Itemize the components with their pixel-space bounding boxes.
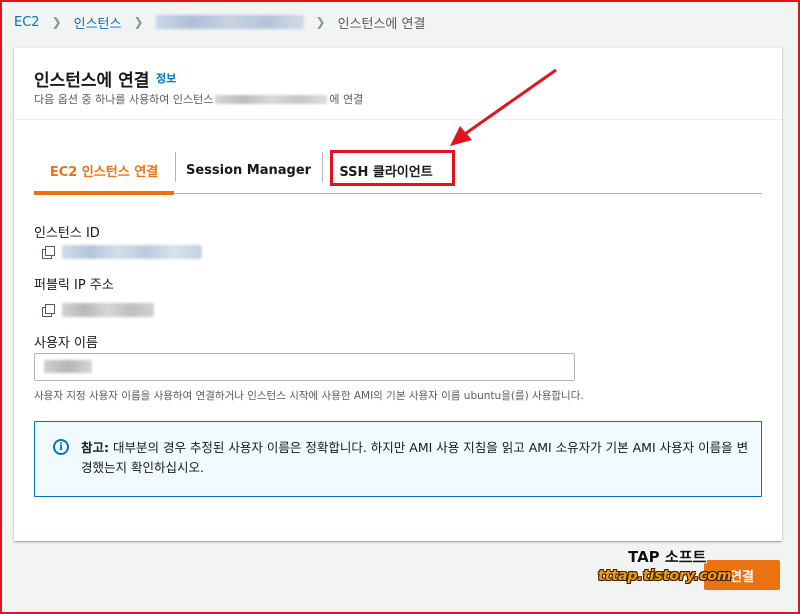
tab-divider	[322, 152, 323, 182]
watermark-title: TAP 소프트	[628, 548, 707, 566]
alert-prefix: 참고:	[81, 440, 109, 455]
connect-instance-panel: 인스턴스에 연결 정보 다음 옵션 중 하나를 사용하여 인스턴스 에 연결 E…	[14, 47, 782, 541]
page-title: 인스턴스에 연결	[34, 71, 150, 91]
instance-name-redacted	[215, 94, 328, 104]
panel-description-suffix: 에 연결	[329, 93, 364, 106]
info-alert: i 참고: 대부분의 경우 추정된 사용자 이름은 정확합니다. 하지만 AMI…	[34, 421, 762, 497]
chevron-right-icon: ❯	[133, 15, 144, 29]
alert-body: 대부분의 경우 추정된 사용자 이름은 정확합니다. 하지만 AMI 사용 지침…	[81, 440, 749, 475]
username-value-redacted	[44, 360, 92, 373]
chevron-right-icon: ❯	[315, 15, 326, 29]
breadcrumb-instances[interactable]: 인스턴스	[74, 13, 122, 32]
username-label: 사용자 이름	[34, 336, 98, 351]
copy-icon[interactable]	[42, 304, 56, 318]
breadcrumb-instance-id-redacted[interactable]	[155, 15, 304, 29]
panel-description-text: 다음 옵션 중 하나를 사용하여 인스턴스	[34, 93, 214, 106]
tab-session-manager[interactable]: Session Manager	[176, 148, 321, 192]
connect-button[interactable]: 연결	[704, 560, 780, 590]
cancel-button[interactable]: 취소	[664, 568, 686, 585]
public-ip-value-redacted	[62, 303, 154, 317]
breadcrumb-current: 인스턴스에 연결	[337, 16, 426, 32]
instance-id-value-redacted	[62, 245, 202, 259]
breadcrumb-ec2[interactable]: EC2	[14, 15, 40, 30]
info-circle-icon: i	[53, 439, 69, 455]
panel-description: 다음 옵션 중 하나를 사용하여 인스턴스 에 연결	[34, 91, 363, 107]
tab-ssh-client[interactable]: SSH 클라이언트	[330, 148, 442, 192]
panel-header: 인스턴스에 연결 정보 다음 옵션 중 하나를 사용하여 인스턴스 에 연결	[14, 48, 782, 120]
alert-message: 참고: 대부분의 경우 추정된 사용자 이름은 정확합니다. 하지만 AMI 사…	[81, 438, 751, 478]
connection-method-tabs: EC2 인스턴스 연결 Session Manager SSH 클라이언트	[34, 148, 762, 195]
tab-ec2-instance-connect[interactable]: EC2 인스턴스 연결	[34, 148, 174, 195]
copy-icon[interactable]	[42, 246, 56, 260]
username-hint: 사용자 지정 사용자 이름을 사용하여 연결하거나 인스턴스 시작에 사용한 A…	[34, 390, 584, 402]
username-input[interactable]	[34, 353, 575, 381]
chevron-right-icon: ❯	[51, 15, 62, 29]
instance-id-label: 인스턴스 ID	[34, 226, 100, 241]
public-ip-label: 퍼블릭 IP 주소	[34, 278, 114, 293]
breadcrumb: EC2 ❯ 인스턴스 ❯ ❯ 인스턴스에 연결	[14, 12, 425, 32]
info-link[interactable]: 정보	[156, 70, 176, 86]
